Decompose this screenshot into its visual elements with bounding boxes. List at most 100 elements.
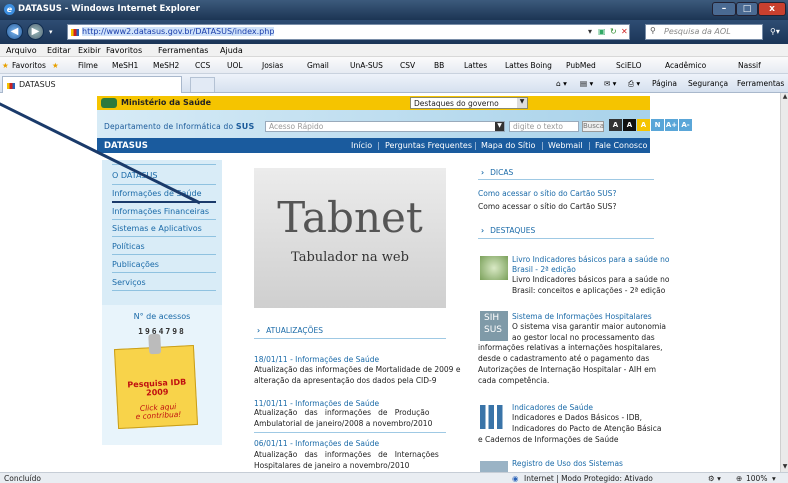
government-select[interactable]: Destaques do governo ▼: [410, 97, 528, 109]
fav-pubmed[interactable]: PubMed: [566, 61, 596, 70]
nav-fale-conosco[interactable]: Fale Conosco: [595, 141, 647, 150]
site-search-input[interactable]: digite o texto: [509, 121, 579, 132]
tools-menu[interactable]: Ferramentas: [737, 79, 784, 88]
back-icon[interactable]: ◀: [6, 23, 23, 40]
update-3-link[interactable]: 06/01/11 - Informações de Saúde: [254, 439, 379, 448]
ministry-link[interactable]: Ministério da Saúde: [121, 98, 211, 107]
zone-text[interactable]: Internet | Modo Protegido: Ativado: [524, 474, 653, 483]
fav-scielo[interactable]: SciELO: [616, 61, 642, 70]
fav-uol[interactable]: UOL: [227, 61, 243, 70]
fav-lattes-boing[interactable]: Lattes Boing: [505, 61, 552, 70]
destaque-3-link[interactable]: Indicadores de Saúde: [512, 403, 593, 412]
menu-arquivo[interactable]: Arquivo: [6, 46, 37, 55]
add-favorite-icon[interactable]: ★: [52, 61, 59, 70]
page-menu[interactable]: Página: [652, 79, 677, 88]
address-bar[interactable]: http://www2.datasus.gov.br/DATASUS/index…: [67, 24, 630, 40]
ie-logo-icon: e: [4, 4, 15, 15]
favorites-star-icon: ★: [2, 61, 9, 70]
contrast-a-button[interactable]: A: [623, 119, 636, 131]
minimize-button[interactable]: –: [712, 2, 736, 16]
menu-o-datasus[interactable]: O DATASUS: [112, 171, 157, 180]
feeds-icon[interactable]: ▤ ▾: [580, 79, 593, 88]
nav-ms-bbs[interactable]: MS-BBS: [660, 141, 676, 159]
menu-exibir[interactable]: Exibir: [78, 46, 101, 55]
scroll-down-icon[interactable]: ▼: [781, 463, 788, 472]
destaque-3-text-1: Indicadores e Dados Básicos - IDB,: [512, 413, 643, 422]
menu-informacoes-financeiras[interactable]: Informações Financeiras: [112, 207, 209, 216]
menu-informacoes-saude[interactable]: Informações de Saúde: [112, 189, 202, 198]
fav-gmail[interactable]: Gmail: [307, 61, 329, 70]
print-icon[interactable]: ⎙ ▾: [628, 79, 640, 89]
safety-menu[interactable]: Segurança: [688, 79, 728, 88]
destaque-2-link[interactable]: Sistema de Informações Hospitalares: [512, 312, 652, 321]
search-input[interactable]: ⚲ Pesquisa da AOL: [645, 24, 763, 40]
increase-font-button[interactable]: A+: [665, 119, 678, 131]
destaque-2-text-4: desde o cadastramento até o pagamento da…: [478, 354, 650, 363]
fav-mesh1[interactable]: MeSH1: [112, 61, 138, 70]
destaque-1-text-1: Livro Indicadores básicos para a saúde n…: [512, 275, 670, 284]
destaque-4-link[interactable]: Registro de Uso dos Sistemas: [512, 459, 623, 468]
tabnet-banner[interactable]: Tabnet Tabulador na web: [254, 168, 446, 308]
fav-filme[interactable]: Filme: [78, 61, 98, 70]
fav-academico[interactable]: Acadêmico: [665, 61, 706, 70]
fav-lattes[interactable]: Lattes: [464, 61, 487, 70]
vertical-scrollbar[interactable]: ▲ ▼: [780, 93, 788, 472]
menu-ajuda[interactable]: Ajuda: [220, 46, 243, 55]
update-1-link[interactable]: 18/01/11 - Informações de Saúde: [254, 355, 379, 364]
compat-view-icon[interactable]: ▣: [598, 27, 606, 36]
menu-ferramentas[interactable]: Ferramentas: [158, 46, 208, 55]
favorites-button[interactable]: Favoritos: [12, 61, 46, 70]
nav-webmail[interactable]: Webmail: [548, 141, 583, 150]
indicadores-chart-icon[interactable]: [480, 405, 508, 429]
normal-font-button[interactable]: N: [651, 119, 664, 131]
menu-publicacoes[interactable]: Publicações: [112, 260, 159, 269]
destaque-1-link-2[interactable]: Brasil - 2ª edição: [512, 265, 576, 274]
home-icon[interactable]: ⌂ ▾: [556, 79, 567, 88]
menu-sistemas-aplicativos[interactable]: Sistemas e Aplicativos: [112, 224, 202, 233]
nav-mapa[interactable]: Mapa do Sítio: [481, 141, 535, 150]
stop-icon[interactable]: ✕: [621, 27, 628, 36]
menu-politicas[interactable]: Políticas: [112, 242, 145, 251]
close-button[interactable]: x: [758, 2, 786, 16]
fav-bb[interactable]: BB: [434, 61, 444, 70]
fav-una-sus[interactable]: UnA-SUS: [350, 61, 383, 70]
quick-access-select[interactable]: Acesso Rápido ▼: [265, 121, 505, 132]
fav-nassif[interactable]: Nassif: [738, 61, 761, 70]
fav-mesh2[interactable]: MeSH2: [153, 61, 179, 70]
tab-datasus[interactable]: DATASUS: [2, 76, 182, 93]
menu-servicos[interactable]: Serviços: [112, 278, 146, 287]
fav-josias[interactable]: Josias: [262, 61, 283, 70]
zoom-dropdown-icon[interactable]: ▾: [772, 474, 776, 483]
font-a-button[interactable]: A: [609, 119, 622, 131]
sih-sus-logo[interactable]: SIH SUS: [480, 311, 508, 341]
nav-inicio[interactable]: Início: [351, 141, 372, 150]
history-dropdown-icon[interactable]: ▾: [49, 28, 53, 36]
livro-thumbnail[interactable]: [480, 256, 508, 280]
dica-link[interactable]: Como acessar o sítio do Cartão SUS?: [478, 189, 616, 198]
zoom-level[interactable]: 100%: [746, 474, 767, 483]
search-options-icon[interactable]: ⚲▾: [770, 27, 780, 36]
url-dropdown-icon[interactable]: ▾: [588, 27, 592, 36]
menu-editar[interactable]: Editar: [47, 46, 71, 55]
maximize-button[interactable]: □: [736, 2, 758, 16]
fav-ccs[interactable]: CCS: [195, 61, 210, 70]
nav-perguntas[interactable]: Perguntas Frequentes: [385, 141, 472, 150]
registro-thumbnail[interactable]: [480, 461, 508, 472]
mail-icon[interactable]: ✉ ▾: [604, 79, 616, 88]
idb-survey-note[interactable]: Pesquisa IDB 2009 Click aqui e contribua…: [113, 333, 199, 430]
scroll-up-icon[interactable]: ▲: [781, 93, 788, 102]
zoom-icon[interactable]: ⊕: [736, 474, 742, 483]
update-2-link[interactable]: 11/01/11 - Informações de Saúde: [254, 399, 379, 408]
site-search-button[interactable]: Busca: [582, 121, 604, 132]
destaque-1-text-2: Brasil: conceitos e aplicações - 2ª ediç…: [512, 286, 666, 295]
forward-icon[interactable]: ▶: [27, 23, 44, 40]
addon-icon[interactable]: ⚙ ▾: [708, 474, 721, 483]
destaque-1-link-1[interactable]: Livro Indicadores básicos para a saúde n…: [512, 255, 669, 264]
tabnet-subtitle: Tabulador na web: [291, 250, 409, 265]
menu-favoritos[interactable]: Favoritos: [106, 46, 142, 55]
refresh-icon[interactable]: ↻: [610, 27, 617, 36]
yellow-a-button[interactable]: A: [637, 119, 650, 131]
decrease-font-button[interactable]: A-: [679, 119, 692, 131]
fav-csv[interactable]: CSV: [400, 61, 415, 70]
new-tab-button[interactable]: [190, 77, 215, 92]
